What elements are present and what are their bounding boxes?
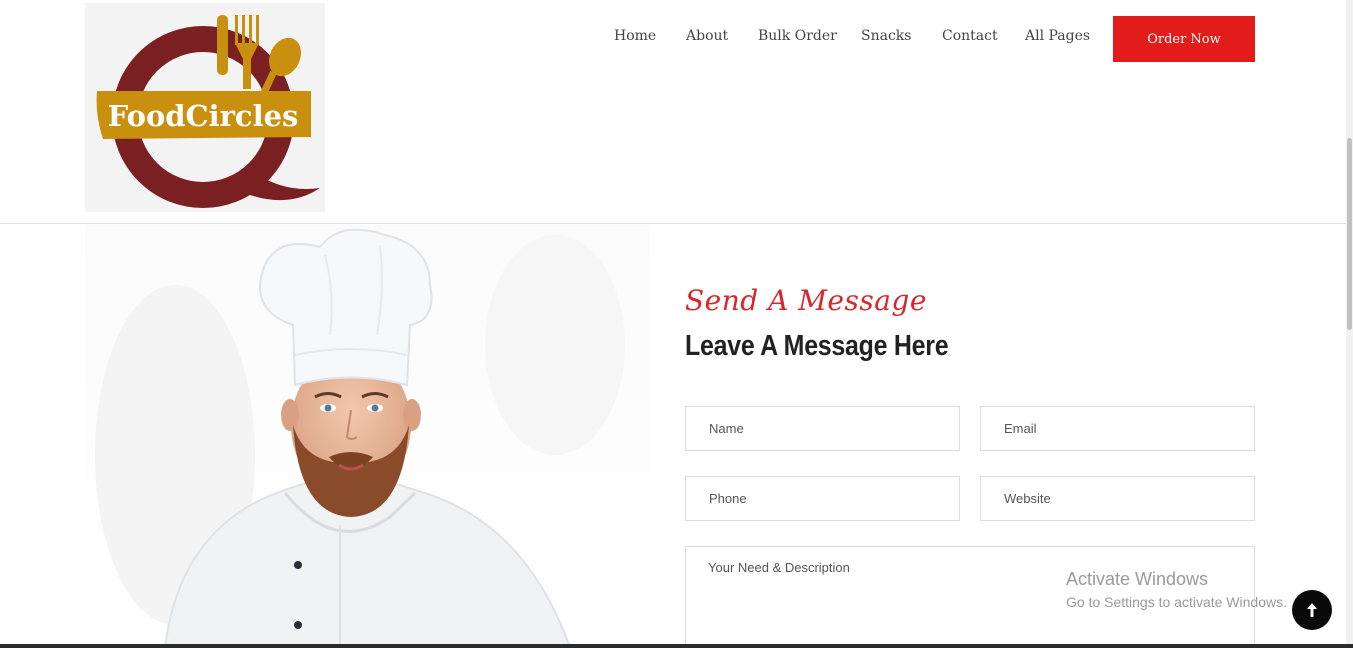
logo-wordmark: FoodCircles: [108, 99, 299, 133]
nav-contact[interactable]: Contact: [942, 28, 998, 44]
activate-windows-title: Activate Windows: [1066, 569, 1209, 589]
scrollbar-thumb[interactable]: [1347, 138, 1352, 330]
name-input[interactable]: [709, 421, 936, 436]
nav-about[interactable]: About: [686, 28, 728, 44]
section-title: Leave A Message Here: [685, 330, 949, 362]
nav-bulk-order[interactable]: Bulk Order: [758, 28, 837, 44]
nav-home[interactable]: Home: [614, 28, 656, 44]
name-field-wrapper: [685, 406, 960, 451]
chef-image: [85, 225, 650, 648]
email-input[interactable]: [1004, 421, 1231, 436]
section-subtitle: Send A Message: [685, 284, 927, 317]
nav-all-pages[interactable]: All Pages: [1025, 28, 1090, 44]
phone-input[interactable]: [709, 491, 936, 506]
chef-illustration: [95, 228, 625, 648]
activate-windows-subtitle: Go to Settings to activate Windows.: [1066, 594, 1287, 610]
page-scrollbar[interactable]: [1346, 0, 1353, 648]
arrow-up-icon: [1307, 603, 1317, 617]
website-input[interactable]: [1004, 491, 1231, 506]
bottom-strip: [0, 644, 1353, 648]
site-header: FoodCircles Home About Bulk Order Snacks…: [0, 0, 1353, 224]
website-field-wrapper: [980, 476, 1255, 521]
back-to-top-button[interactable]: [1292, 590, 1332, 630]
phone-field-wrapper: [685, 476, 960, 521]
order-now-button[interactable]: Order Now: [1113, 16, 1255, 62]
email-field-wrapper: [980, 406, 1255, 451]
nav-snacks[interactable]: Snacks: [861, 28, 911, 44]
